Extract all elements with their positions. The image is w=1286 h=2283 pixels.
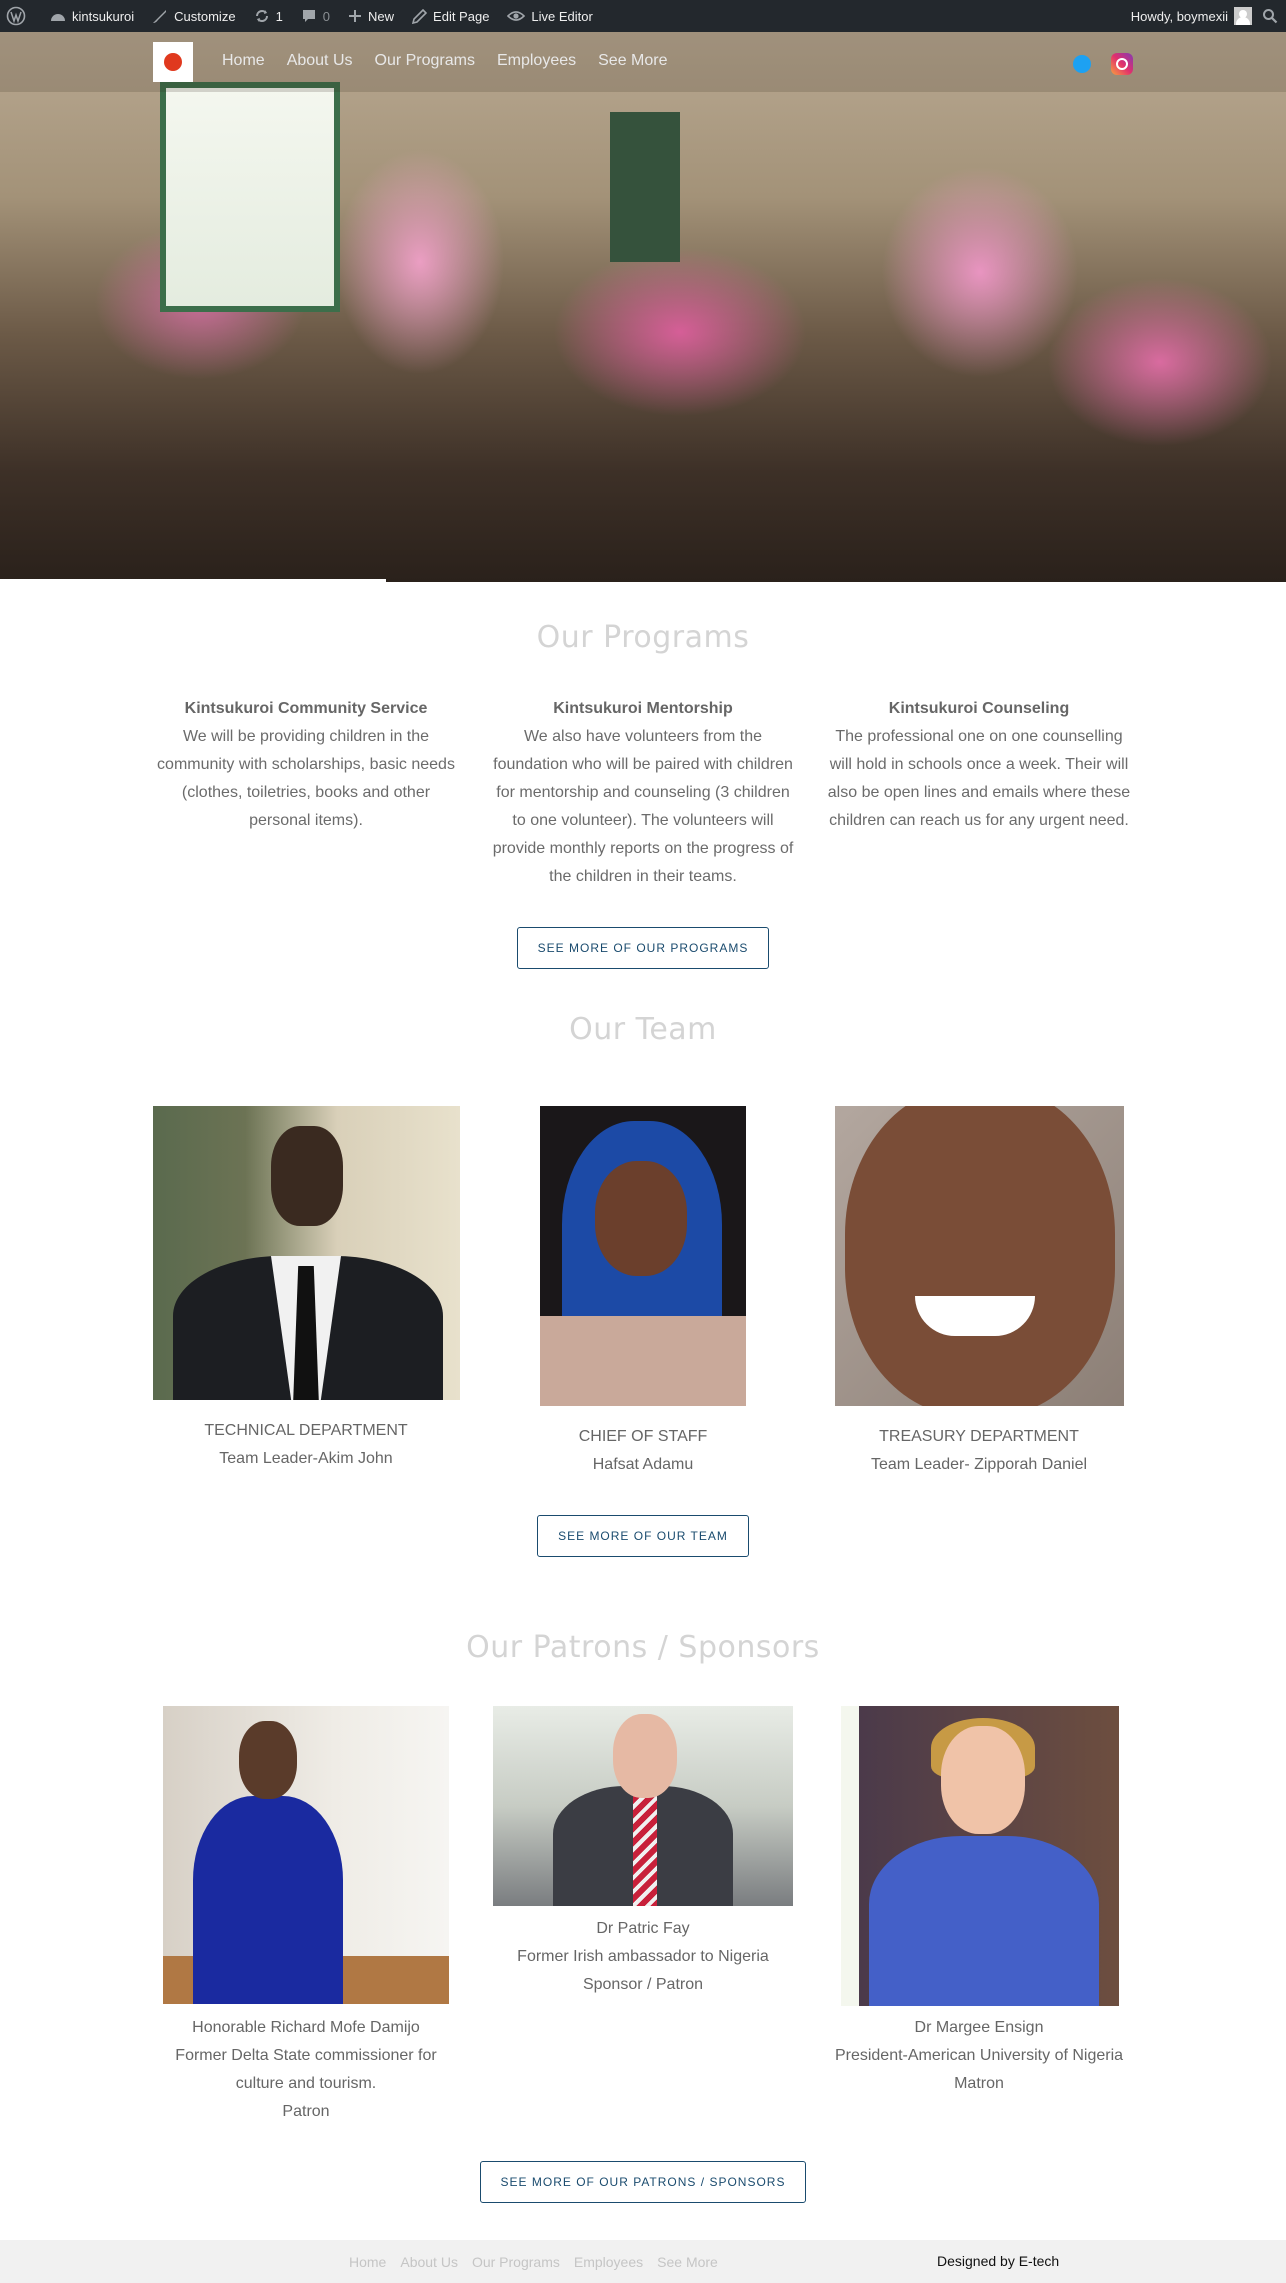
see-more-programs-button[interactable]: SEE MORE OF OUR PROGRAMS (517, 927, 769, 969)
nav-our-programs[interactable]: Our Programs (375, 52, 475, 70)
twitter-icon[interactable] (1073, 55, 1091, 73)
patron-patric-fay: Dr Patric Fay Former Irish ambassador to… (490, 1915, 796, 1999)
footer-nav: Home About Us Our Programs Employees See… (349, 2254, 718, 2270)
edit-page-label: Edit Page (433, 8, 490, 24)
program-mentorship: Kintsukuroi Mentorship We also have volu… (490, 695, 796, 891)
main-navbar: Home About Us Our Programs Employees See… (0, 32, 1286, 92)
team-member-name: Hafsat Adamu (592, 1456, 694, 1473)
footer-nav-see-more[interactable]: See More (657, 2254, 718, 2270)
wordpress-menu[interactable] (6, 0, 32, 32)
edit-page-link[interactable]: Edit Page (412, 0, 489, 32)
hero-window-decor (160, 82, 340, 312)
hero-door-decor (610, 112, 680, 262)
main-nav: Home About Us Our Programs Employees See… (222, 52, 668, 70)
comments-link[interactable]: 0 (301, 0, 330, 32)
team-title: Our Team (569, 1012, 717, 1047)
live-editor-link[interactable]: Live Editor (507, 0, 593, 32)
see-more-patrons-button[interactable]: SEE MORE OF OUR PATRONS / SPONSORS (480, 2161, 806, 2203)
instagram-icon[interactable] (1111, 53, 1133, 75)
comment-icon (302, 10, 315, 22)
live-editor-label: Live Editor (531, 8, 593, 24)
nav-employees[interactable]: Employees (497, 52, 576, 70)
customize-label: Customize (174, 8, 236, 24)
comments-count: 0 (322, 8, 331, 24)
dashboard-icon (51, 14, 65, 21)
wordpress-icon (6, 6, 26, 26)
patron-role: Patron (282, 2103, 330, 2120)
patron-description: Former Delta State commissioner for cult… (175, 2047, 437, 2092)
patron-margee-ensign: Dr Margee Ensign President-American Univ… (826, 2014, 1132, 2098)
program-heading: Kintsukuroi Counseling (888, 700, 1070, 717)
search-icon[interactable] (1262, 8, 1278, 24)
patron-description: President-American University of Nigeria (834, 2047, 1124, 2064)
social-links (1073, 53, 1133, 75)
patron-richard-mofe-damijo: Honorable Richard Mofe Damijo Former Del… (154, 2014, 458, 2126)
team-department: CHIEF OF STAFF (578, 1428, 708, 1445)
site-name: kintsukuroi (72, 8, 135, 24)
patron-role: Matron (954, 2075, 1004, 2092)
logo-mark (164, 53, 182, 71)
patron-description: Former Irish ambassador to Nigeria (517, 1948, 769, 1965)
team-member-treasury: TREASURY DEPARTMENT Team Leader- Zippora… (826, 1423, 1132, 1479)
programs-title: Our Programs (536, 620, 750, 655)
customize-link[interactable]: Customize (152, 0, 236, 32)
team-department: TREASURY DEPARTMENT (879, 1428, 1079, 1445)
avatar[interactable] (1234, 7, 1252, 25)
patron-photo-patric-fay (493, 1706, 793, 1906)
patron-name: Honorable Richard Mofe Damijo (192, 2019, 420, 2036)
team-department: TECHNICAL DEPARTMENT (204, 1422, 408, 1439)
program-community-service: Kintsukuroi Community Service We will be… (154, 695, 458, 835)
nav-home[interactable]: Home (222, 52, 265, 70)
howdy-user[interactable]: Howdy, boymexii (1131, 9, 1228, 24)
footer-nav-home[interactable]: Home (349, 2254, 386, 2270)
admin-bar: kintsukuroi Customize 1 0 New Edit Page … (0, 0, 1286, 32)
plus-icon (349, 10, 362, 22)
see-more-team-button[interactable]: SEE MORE OF OUR TEAM (537, 1515, 749, 1557)
updates-link[interactable]: 1 (254, 0, 283, 32)
team-member-chief-of-staff: CHIEF OF STAFF Hafsat Adamu (490, 1423, 796, 1479)
hero-image: Home About Us Our Programs Employees See… (0, 32, 1286, 582)
brush-icon (153, 10, 167, 23)
footer-nav-employees[interactable]: Employees (574, 2254, 643, 2270)
patron-name: Dr Patric Fay (596, 1920, 690, 1937)
new-content-link[interactable]: New (348, 0, 394, 32)
patron-name: Dr Margee Ensign (914, 2019, 1044, 2036)
patron-photo-margee-ensign (841, 1706, 1119, 2006)
team-member-name: Team Leader-Akim John (219, 1450, 393, 1467)
program-counseling: Kintsukuroi Counseling The professional … (826, 695, 1132, 835)
program-text: We will be providing children in the com… (157, 728, 455, 829)
hero-progress-bar (0, 579, 386, 582)
team-photo-hafsat-adamu (540, 1106, 746, 1406)
team-member-name: Team Leader- Zipporah Daniel (870, 1456, 1088, 1473)
team-photo-akim-john (153, 1106, 460, 1400)
team-photo-zipporah-daniel (835, 1106, 1124, 1406)
patron-photo-richard-mofe-damijo (163, 1706, 449, 2004)
footer-nav-our-programs[interactable]: Our Programs (472, 2254, 560, 2270)
eye-icon (507, 11, 526, 21)
site-logo[interactable] (153, 42, 193, 82)
updates-icon (255, 10, 268, 22)
team-member-technical: TECHNICAL DEPARTMENT Team Leader-Akim Jo… (154, 1417, 458, 1473)
nav-see-more[interactable]: See More (598, 52, 667, 70)
nav-about-us[interactable]: About Us (287, 52, 353, 70)
program-heading: Kintsukuroi Mentorship (553, 700, 733, 717)
program-heading: Kintsukuroi Community Service (184, 700, 428, 717)
new-label: New (368, 8, 395, 24)
site-name-link[interactable]: kintsukuroi (50, 0, 134, 32)
updates-count: 1 (275, 8, 283, 24)
pencil-icon (412, 8, 428, 24)
footer: Home About Us Our Programs Employees See… (0, 2240, 1286, 2283)
footer-nav-about-us[interactable]: About Us (400, 2254, 458, 2270)
footer-credit: Designed by E-tech (937, 2253, 1060, 2269)
patron-role: Sponsor / Patron (582, 1976, 704, 1993)
program-text: The professional one on one counselling … (827, 728, 1131, 829)
program-text: We also have volunteers from the foundat… (492, 728, 794, 885)
patrons-title: Our Patrons / Sponsors (466, 1630, 820, 1665)
